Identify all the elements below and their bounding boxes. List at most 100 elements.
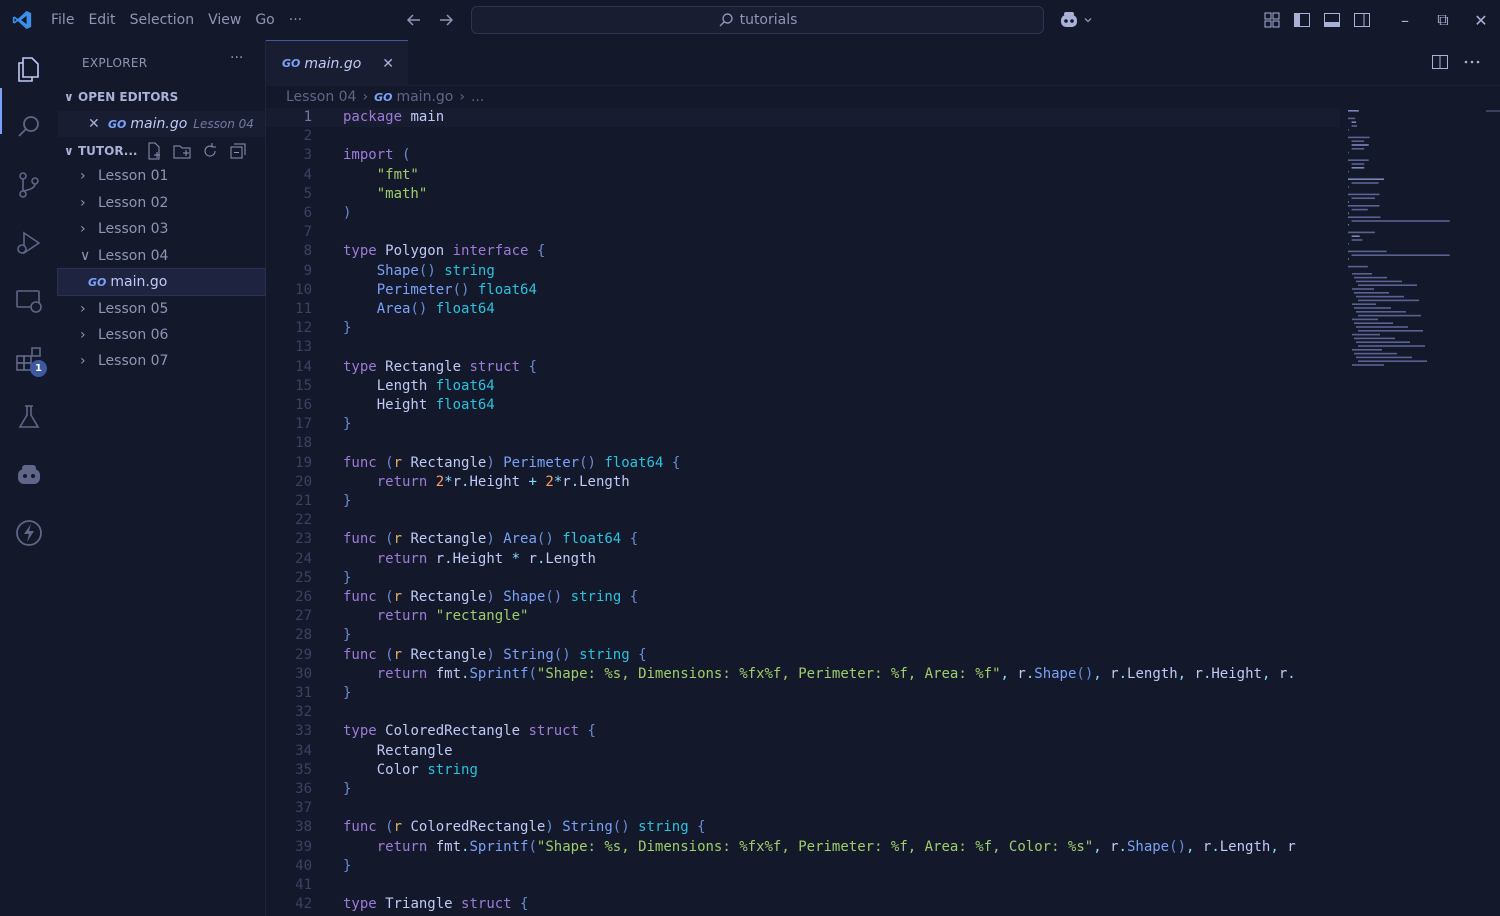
lightning-extension-icon[interactable] bbox=[14, 518, 44, 548]
explorer-icon[interactable] bbox=[14, 54, 44, 84]
code-text: Height float64 bbox=[376, 397, 495, 413]
minimize-icon[interactable]: – bbox=[1386, 11, 1424, 30]
code-line[interactable]: 14 type Rectangle struct { bbox=[266, 358, 1340, 377]
code-line[interactable]: 9 Shape() string bbox=[266, 262, 1340, 281]
code-line[interactable]: 39 return fmt.Sprintf("Shape: %s, Dimens… bbox=[266, 838, 1340, 857]
open-editors-header[interactable]: ∨ OPEN EDITORS bbox=[58, 85, 265, 109]
code-editor[interactable]: 1 package main 2 3 import (4 "fmt" 5 "math" 6)… bbox=[266, 108, 1342, 916]
code-line[interactable]: 23 func (r Rectangle) Area() float64 { bbox=[266, 530, 1340, 549]
copilot-chat-icon[interactable] bbox=[14, 460, 44, 490]
code-line[interactable]: 8 type Polygon interface { bbox=[266, 242, 1340, 261]
menu-more[interactable]: ··· bbox=[282, 12, 309, 28]
breadcrumb-folder[interactable]: Lesson 04 bbox=[286, 89, 356, 105]
run-debug-icon[interactable] bbox=[14, 228, 44, 258]
breadcrumb-symbol[interactable]: ... bbox=[471, 89, 484, 105]
toggle-primary-sidebar-icon[interactable] bbox=[1292, 10, 1312, 30]
minimap-line bbox=[1348, 151, 1349, 154]
close-editor-icon[interactable]: ✕ bbox=[88, 116, 108, 132]
code-line[interactable]: 42 type Triangle struct { bbox=[266, 895, 1340, 914]
tree-item-lesson-02[interactable]: › Lesson 02 bbox=[58, 190, 265, 216]
code-line[interactable]: 16 Height float64 bbox=[266, 396, 1340, 415]
code-line[interactable]: 7 bbox=[266, 223, 1340, 242]
code-line[interactable]: 37 bbox=[266, 799, 1340, 818]
line-number: 4 bbox=[303, 166, 312, 183]
code-line[interactable]: 21} bbox=[266, 492, 1340, 511]
code-line[interactable]: 22 bbox=[266, 511, 1340, 530]
code-line[interactable]: 1 package main bbox=[266, 108, 1340, 127]
back-arrow-icon[interactable] bbox=[404, 10, 424, 30]
code-line[interactable]: 29 func (r Rectangle) String() string { bbox=[266, 646, 1340, 665]
code-line[interactable]: 31} bbox=[266, 684, 1340, 703]
source-control-icon[interactable] bbox=[14, 170, 44, 200]
tree-item-lesson-07[interactable]: › Lesson 07 bbox=[58, 348, 265, 374]
code-line[interactable]: 36} bbox=[266, 780, 1340, 799]
code-line[interactable]: 3 import ( bbox=[266, 146, 1340, 165]
minimap[interactable] bbox=[1344, 108, 1484, 368]
split-editor-icon[interactable] bbox=[1430, 52, 1450, 72]
code-line[interactable]: 35 Color string bbox=[266, 761, 1340, 780]
code-line[interactable]: 27 return "rectangle" bbox=[266, 607, 1340, 626]
toggle-panel-icon[interactable] bbox=[1322, 10, 1342, 30]
remote-explorer-icon[interactable] bbox=[14, 286, 44, 316]
code-line[interactable]: 6) bbox=[266, 204, 1340, 223]
code-line[interactable]: 34 Rectangle bbox=[266, 742, 1340, 761]
sidebar-more-actions[interactable]: ··· bbox=[230, 50, 243, 66]
new-file-icon[interactable] bbox=[144, 141, 164, 161]
menu-edit[interactable]: Edit bbox=[81, 12, 122, 28]
search-view-icon[interactable] bbox=[14, 112, 44, 142]
code-line[interactable]: 4 "fmt" bbox=[266, 166, 1340, 185]
minimap-line bbox=[1356, 311, 1406, 313]
tree-item-lesson-01[interactable]: › Lesson 01 bbox=[58, 163, 265, 189]
code-line[interactable]: 18 bbox=[266, 434, 1340, 453]
menu-selection[interactable]: Selection bbox=[123, 12, 202, 28]
copilot-menu[interactable] bbox=[1058, 9, 1094, 31]
code-line[interactable]: 11 Area() float64 bbox=[266, 300, 1340, 319]
code-line[interactable]: 12} bbox=[266, 319, 1340, 338]
breadcrumb-file[interactable]: main.go bbox=[396, 89, 453, 105]
code-line[interactable]: 26 func (r Rectangle) Shape() string { bbox=[266, 588, 1340, 607]
code-line[interactable]: 19 func (r Rectangle) Perimeter() float64… bbox=[266, 454, 1340, 473]
tree-item-lesson-04[interactable]: ∨ Lesson 04 bbox=[58, 243, 265, 269]
code-line[interactable]: 10 Perimeter() float64 bbox=[266, 281, 1340, 300]
more-actions-icon[interactable] bbox=[1462, 52, 1482, 72]
tree-item-main-go[interactable]: GO main.go bbox=[57, 268, 266, 296]
vertical-scrollbar[interactable] bbox=[1484, 108, 1500, 916]
code-line[interactable]: 15 Length float64 bbox=[266, 377, 1340, 396]
customize-layout-icon[interactable] bbox=[1262, 10, 1282, 30]
close-tab-icon[interactable]: ✕ bbox=[382, 56, 394, 72]
menu-go[interactable]: Go bbox=[248, 12, 281, 28]
code-line[interactable]: 13 bbox=[266, 338, 1340, 357]
code-line[interactable]: 41 bbox=[266, 876, 1340, 895]
code-line[interactable]: 33 type ColoredRectangle struct { bbox=[266, 722, 1340, 741]
open-editor-item[interactable]: ✕ GO main.go Lesson 04 bbox=[58, 111, 265, 137]
code-line[interactable]: 2 bbox=[266, 127, 1340, 146]
code-line[interactable]: 24 return r.Height * r.Length bbox=[266, 550, 1340, 569]
close-window-icon[interactable]: ✕ bbox=[1462, 11, 1500, 30]
menu-view[interactable]: View bbox=[201, 12, 248, 28]
minimap-line bbox=[1351, 148, 1365, 150]
tab-main-go[interactable]: GO main.go ✕ bbox=[266, 40, 408, 86]
tree-item-lesson-06[interactable]: › Lesson 06 bbox=[58, 322, 265, 348]
collapse-all-icon[interactable] bbox=[228, 141, 248, 161]
code-line[interactable]: 32 bbox=[266, 703, 1340, 722]
menu-file[interactable]: File bbox=[44, 12, 81, 28]
tree-item-lesson-03[interactable]: › Lesson 03 bbox=[58, 216, 265, 242]
code-line[interactable]: 17} bbox=[266, 415, 1340, 434]
scrollbar-thumb[interactable] bbox=[1486, 110, 1500, 112]
new-folder-icon[interactable] bbox=[172, 141, 192, 161]
toggle-secondary-sidebar-icon[interactable] bbox=[1352, 10, 1372, 30]
code-line[interactable]: 25} bbox=[266, 569, 1340, 588]
restore-icon[interactable]: ⧉ bbox=[1424, 10, 1462, 30]
code-line[interactable]: 40} bbox=[266, 857, 1340, 876]
code-line[interactable]: 28} bbox=[266, 626, 1340, 645]
testing-icon[interactable] bbox=[14, 402, 44, 432]
command-center-search[interactable]: tutorials bbox=[471, 6, 1044, 34]
code-line[interactable]: 30 return fmt.Sprintf("Shape: %s, Dimens… bbox=[266, 665, 1340, 684]
code-line[interactable]: 20 return 2*r.Height + 2*r.Length bbox=[266, 473, 1340, 492]
code-line[interactable]: 5 "math" bbox=[266, 185, 1340, 204]
code-text: Length float64 bbox=[376, 377, 495, 394]
refresh-icon[interactable] bbox=[200, 141, 220, 161]
forward-arrow-icon[interactable] bbox=[436, 10, 456, 30]
code-line[interactable]: 38 func (r ColoredRectangle) String() str… bbox=[266, 818, 1340, 837]
tree-item-lesson-05[interactable]: › Lesson 05 bbox=[58, 296, 265, 322]
